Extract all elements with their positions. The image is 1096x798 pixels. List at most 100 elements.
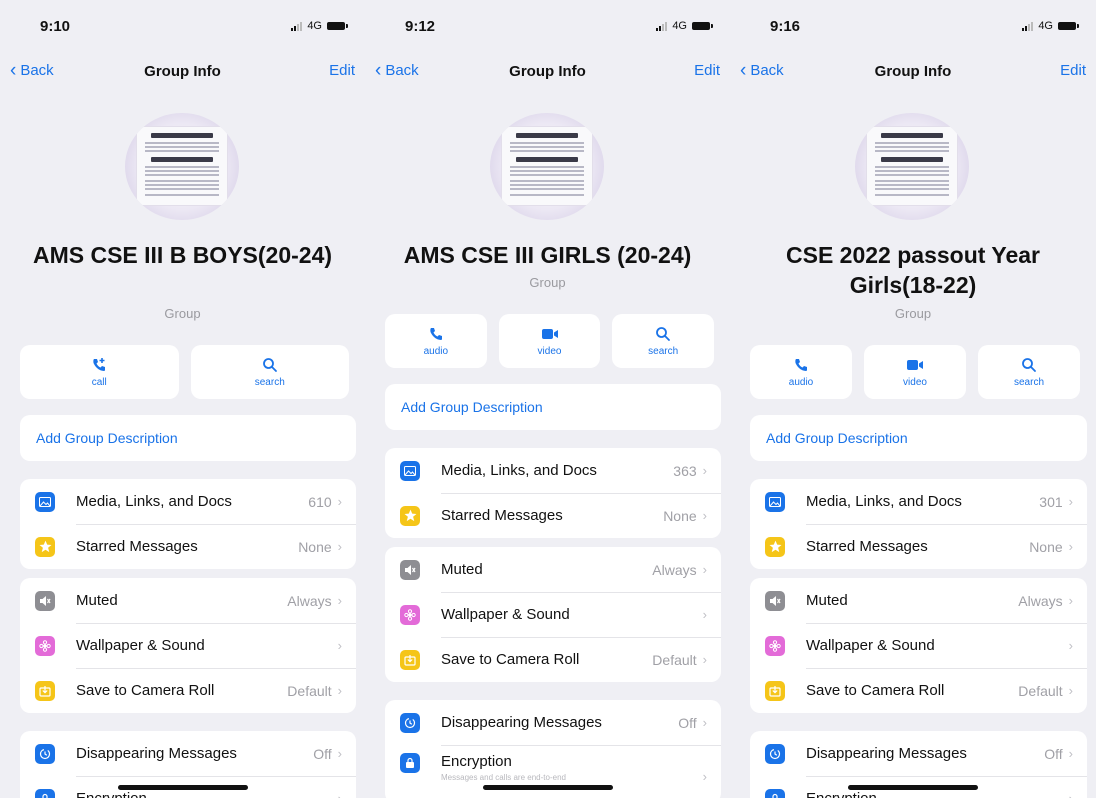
phone-icon	[425, 326, 447, 342]
download-icon	[765, 680, 785, 701]
disappearing-messages-row[interactable]: Disappearing Messages Off ›	[385, 700, 721, 745]
chevron-right-icon: ›	[337, 593, 342, 608]
media-links-docs-row[interactable]: Media, Links, and Docs 301 ›	[750, 479, 1087, 524]
screenshot-collage: 9:10 4G ‹ Back Group Info Edit AMS CSE I…	[0, 0, 1096, 798]
battery-icon	[327, 22, 348, 30]
search-button[interactable]: search	[612, 314, 715, 368]
action-buttons: call search	[20, 345, 349, 399]
muted-row[interactable]: Muted Always ›	[385, 547, 721, 592]
add-group-description-button[interactable]: Add Group Description	[750, 415, 1087, 461]
mute-icon	[765, 590, 785, 611]
row-label: Starred Messages	[806, 538, 928, 555]
chevron-right-icon: ›	[1068, 683, 1073, 698]
row-value: None	[1029, 538, 1063, 555]
group-avatar[interactable]	[490, 113, 604, 220]
add-group-description-button[interactable]: Add Group Description	[385, 384, 721, 430]
group-avatar[interactable]	[125, 113, 239, 220]
timer-icon	[35, 743, 55, 764]
audio-call-button[interactable]: audio	[750, 345, 852, 399]
media-section: Media, Links, and Docs 610 › Starred Mes…	[20, 479, 356, 569]
save-camera-roll-row[interactable]: Save to Camera Roll Default ›	[385, 637, 721, 682]
starred-messages-row[interactable]: Starred Messages None ›	[20, 524, 356, 569]
search-button[interactable]: search	[978, 345, 1080, 399]
mute-icon	[400, 559, 420, 580]
save-camera-roll-row[interactable]: Save to Camera Roll Default ›	[750, 668, 1087, 713]
video-icon	[904, 357, 926, 373]
chevron-right-icon: ›	[1068, 593, 1073, 608]
edit-button[interactable]: Edit	[1060, 62, 1086, 79]
document-image-icon	[137, 127, 227, 205]
signal-icon	[291, 21, 303, 31]
row-value: None	[663, 507, 697, 524]
group-avatar[interactable]	[855, 113, 969, 220]
download-icon	[400, 649, 420, 670]
row-label: Save to Camera Roll	[76, 682, 215, 699]
chevron-right-icon: ›	[337, 539, 342, 554]
wallpaper-sound-row[interactable]: Wallpaper & Sound ›	[385, 592, 721, 637]
lock-icon	[400, 753, 420, 773]
home-indicator[interactable]	[117, 785, 248, 790]
media-links-docs-row[interactable]: Media, Links, and Docs 610 ›	[20, 479, 356, 524]
row-label: Muted	[76, 592, 118, 609]
flower-icon	[35, 635, 55, 656]
chevron-right-icon: ›	[337, 683, 342, 698]
group-type: Group	[164, 306, 201, 321]
home-indicator[interactable]	[482, 785, 613, 790]
row-label: Wallpaper & Sound	[806, 637, 935, 654]
row-label: Encryption	[76, 790, 338, 798]
signal-icon	[1022, 21, 1034, 31]
network-type: 4G	[307, 20, 322, 32]
wallpaper-sound-row[interactable]: Wallpaper & Sound ›	[20, 623, 356, 668]
search-button[interactable]: search	[190, 345, 349, 399]
status-bar: 9:10 4G	[0, 14, 365, 38]
page-title: Group Info	[144, 63, 221, 80]
photo-icon	[35, 491, 55, 512]
muted-row[interactable]: Muted Always ›	[20, 578, 356, 623]
muted-row[interactable]: Muted Always ›	[750, 578, 1087, 623]
edit-button[interactable]: Edit	[694, 62, 720, 79]
privacy-section: Disappearing Messages Off › Encryption M…	[385, 700, 721, 798]
settings-section: Muted Always › Wallpaper & Sound › Save …	[750, 578, 1087, 713]
network-type: 4G	[1038, 20, 1053, 32]
video-call-button[interactable]: video	[864, 345, 966, 399]
status-icons: 4G	[1022, 20, 1079, 32]
document-image-icon	[867, 127, 957, 205]
timer-icon	[400, 712, 420, 733]
action-buttons: audio video search	[385, 314, 715, 368]
audio-call-button[interactable]: audio	[385, 314, 487, 368]
search-icon	[652, 326, 674, 342]
page-title: Group Info	[874, 63, 952, 80]
chevron-right-icon: ›	[702, 607, 707, 622]
encryption-row[interactable]: Encryption Messages and calls are end-to…	[385, 745, 721, 798]
media-section: Media, Links, and Docs 301 › Starred Mes…	[750, 479, 1087, 569]
starred-messages-row[interactable]: Starred Messages None ›	[385, 493, 721, 538]
wallpaper-sound-row[interactable]: Wallpaper & Sound ›	[750, 623, 1087, 668]
add-group-description-button[interactable]: Add Group Description	[20, 415, 356, 461]
navigation-bar: ‹ Back Group Info Edit	[365, 56, 730, 86]
star-icon	[400, 505, 420, 526]
row-label: Wallpaper & Sound	[441, 606, 570, 623]
row-value: Off	[678, 714, 697, 731]
chevron-right-icon: ›	[702, 715, 707, 730]
video-call-button[interactable]: video	[498, 314, 601, 368]
search-icon	[259, 357, 281, 373]
chevron-right-icon: ›	[1068, 494, 1073, 509]
disappearing-messages-row[interactable]: Disappearing Messages Off ›	[20, 731, 356, 776]
home-indicator[interactable]	[848, 785, 978, 790]
row-label: Muted	[441, 561, 483, 578]
description-card: Add Group Description	[20, 415, 356, 461]
lock-icon	[765, 788, 785, 798]
edit-button[interactable]: Edit	[329, 62, 355, 79]
save-camera-roll-row[interactable]: Save to Camera Roll Default ›	[20, 668, 356, 713]
call-button[interactable]: call	[20, 345, 179, 399]
media-links-docs-row[interactable]: Media, Links, and Docs 363 ›	[385, 448, 721, 493]
disappearing-messages-row[interactable]: Disappearing Messages Off ›	[750, 731, 1087, 776]
audio-label: audio	[423, 345, 449, 357]
row-value: Default	[652, 651, 697, 668]
row-label: Save to Camera Roll	[806, 682, 945, 699]
row-label: Muted	[806, 592, 848, 609]
row-label: Media, Links, and Docs	[76, 493, 232, 510]
chevron-right-icon: ›	[702, 508, 707, 523]
network-type: 4G	[672, 20, 687, 32]
starred-messages-row[interactable]: Starred Messages None ›	[750, 524, 1087, 569]
